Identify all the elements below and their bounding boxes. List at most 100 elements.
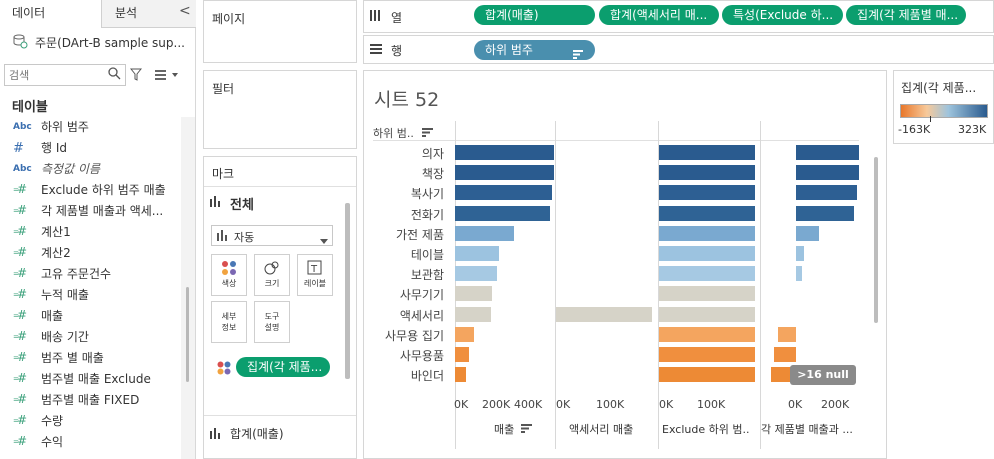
field-item[interactable]: # 행 Id — [0, 138, 180, 159]
bar-mark[interactable] — [659, 306, 755, 322]
tooltip-button[interactable]: 도구 설명 — [254, 301, 290, 343]
bar-mark[interactable] — [659, 286, 755, 302]
bar-mark[interactable] — [659, 225, 755, 241]
field-item[interactable]: = # 계산2 — [0, 243, 180, 264]
rows-shelf[interactable]: 행 하위 범주 — [363, 35, 994, 64]
bar-mark[interactable] — [659, 367, 755, 383]
bar-mark[interactable] — [455, 246, 499, 261]
size-button[interactable]: 크기 — [254, 254, 290, 296]
field-item[interactable]: = # 범주별 매출 Exclude — [0, 369, 180, 390]
marks-card-sum-sales[interactable]: 합계(매출) — [230, 425, 284, 442]
row-label[interactable]: 책장 — [364, 165, 444, 182]
bar-mark[interactable] — [455, 145, 554, 160]
row-label[interactable]: 액세서리 — [364, 307, 444, 324]
columns-shelf[interactable]: 열 합계(매출) 합계(액세서리 매... 특성(Exclude 하... 집계… — [363, 0, 994, 33]
bar-mark[interactable] — [659, 165, 755, 181]
bar-mark[interactable] — [659, 205, 755, 221]
field-item[interactable]: = # 배송 기간 — [0, 327, 180, 348]
row-label[interactable]: 보관함 — [364, 266, 444, 283]
field-item[interactable]: = # 고유 주문건수 — [0, 264, 180, 285]
view-options-icon[interactable] — [155, 69, 179, 84]
field-item[interactable]: = # Exclude 하위 범주 매출 — [0, 180, 180, 201]
bar-mark[interactable] — [455, 306, 492, 322]
row-label[interactable]: 사무용품 — [364, 347, 444, 364]
bar-mark[interactable] — [556, 306, 652, 322]
field-name: 누적 매출 — [41, 288, 89, 302]
mark-type-dropdown[interactable]: 자동 — [211, 225, 333, 246]
bar-mark[interactable] — [455, 185, 552, 201]
tab-data[interactable]: 데이터 — [0, 0, 102, 28]
label-button[interactable]: T 레이블 — [297, 254, 333, 296]
bar-mark[interactable] — [796, 266, 802, 282]
row-label[interactable]: 사무용 집기 — [364, 327, 444, 344]
row-label[interactable]: 전화기 — [364, 206, 444, 223]
bar-mark[interactable] — [455, 266, 497, 282]
bar-mark[interactable] — [659, 185, 755, 201]
row-label[interactable]: 복사기 — [364, 185, 444, 202]
bar-mark[interactable] — [455, 367, 466, 383]
filter-icon[interactable] — [129, 68, 143, 84]
bar-mark[interactable] — [774, 347, 796, 362]
view-scrollbar[interactable] — [874, 157, 878, 323]
bar-mark[interactable] — [659, 326, 755, 342]
field-item[interactable]: = # 범주 별 매출 — [0, 348, 180, 369]
search-box[interactable] — [4, 64, 126, 86]
row-label[interactable]: 사무기기 — [364, 286, 444, 303]
column-pill-accessory-sales[interactable]: 합계(액세서리 매... — [599, 5, 719, 25]
collapse-pane-icon[interactable]: < — [179, 3, 191, 19]
bar-mark[interactable] — [796, 185, 857, 201]
bar-mark[interactable] — [455, 326, 474, 342]
bar-mark[interactable] — [796, 145, 859, 160]
row-pill-subcategory[interactable]: 하위 범주 — [474, 40, 595, 60]
row-label[interactable]: 테이블 — [364, 246, 444, 263]
detail-button[interactable]: 세부 정보 — [211, 301, 247, 343]
row-label[interactable]: 의자 — [364, 145, 444, 162]
axis-sort-icon[interactable] — [521, 422, 532, 436]
column-pill-aggregate[interactable]: 집계(각 제품별 매... — [846, 5, 966, 25]
marks-all-label[interactable]: 전체 — [230, 194, 254, 213]
bar-mark[interactable] — [455, 225, 515, 241]
color-button[interactable]: 색상 — [211, 254, 247, 296]
bar-mark[interactable] — [659, 347, 755, 362]
field-item[interactable]: = # 각 제품별 매출과 액세... — [0, 201, 180, 222]
axis-tick-label: 200K — [821, 398, 850, 411]
bar-mark[interactable] — [659, 266, 755, 282]
field-item[interactable]: = # 계산1 — [0, 222, 180, 243]
axis-title[interactable]: 매출 — [494, 421, 514, 437]
field-item[interactable]: = # 누적 매출 — [0, 285, 180, 306]
bar-mark[interactable] — [796, 225, 820, 241]
bar-mark[interactable] — [659, 145, 755, 160]
datasource-name[interactable]: 주문(DArt-B sample sup... — [35, 34, 185, 51]
bar-mark[interactable] — [778, 326, 796, 342]
field-item[interactable]: = # 매출 — [0, 306, 180, 327]
column-pill-exclude[interactable]: 특성(Exclude 하... — [722, 5, 843, 25]
field-item[interactable]: = # 범주별 매출 FIXED — [0, 390, 180, 411]
filters-shelf[interactable]: 필터 — [203, 70, 357, 149]
field-list-scrollbar[interactable] — [181, 117, 195, 459]
color-legend[interactable]: 집계(각 제품... -163K 323K — [893, 70, 994, 144]
bar-mark[interactable] — [659, 246, 755, 261]
axis-title[interactable]: Exclude 하위 범.. — [662, 421, 749, 437]
bar-mark[interactable] — [796, 246, 804, 261]
pages-shelf[interactable]: 페이지 — [203, 0, 357, 63]
row-label[interactable]: 가전 제품 — [364, 226, 444, 243]
bar-mark[interactable] — [455, 347, 470, 362]
scrollbar-thumb[interactable] — [186, 287, 189, 382]
column-pill-sales[interactable]: 합계(매출) — [474, 5, 595, 25]
color-field-pill[interactable]: 집계(각 제품... — [236, 357, 330, 377]
bar-mark[interactable] — [796, 205, 855, 221]
row-label[interactable]: 바인더 — [364, 367, 444, 384]
field-item[interactable]: = # 수익 — [0, 432, 180, 453]
field-item[interactable]: Abc 하위 범주 — [0, 117, 180, 138]
field-item[interactable]: = # 수량 — [0, 411, 180, 432]
bar-mark[interactable] — [455, 165, 554, 181]
bar-mark[interactable] — [455, 205, 550, 221]
field-item[interactable]: Abc 측정값 이름 — [0, 159, 180, 180]
marks-scrollbar[interactable] — [345, 203, 350, 379]
axis-title[interactable]: 각 제품별 매출과 ... — [761, 421, 853, 437]
axis-title[interactable]: 액세서리 매출 — [569, 421, 633, 437]
bar-mark[interactable] — [796, 165, 859, 181]
bar-mark[interactable] — [455, 286, 493, 302]
search-input[interactable] — [9, 66, 107, 84]
null-indicator-badge[interactable]: >16 null — [790, 365, 856, 385]
